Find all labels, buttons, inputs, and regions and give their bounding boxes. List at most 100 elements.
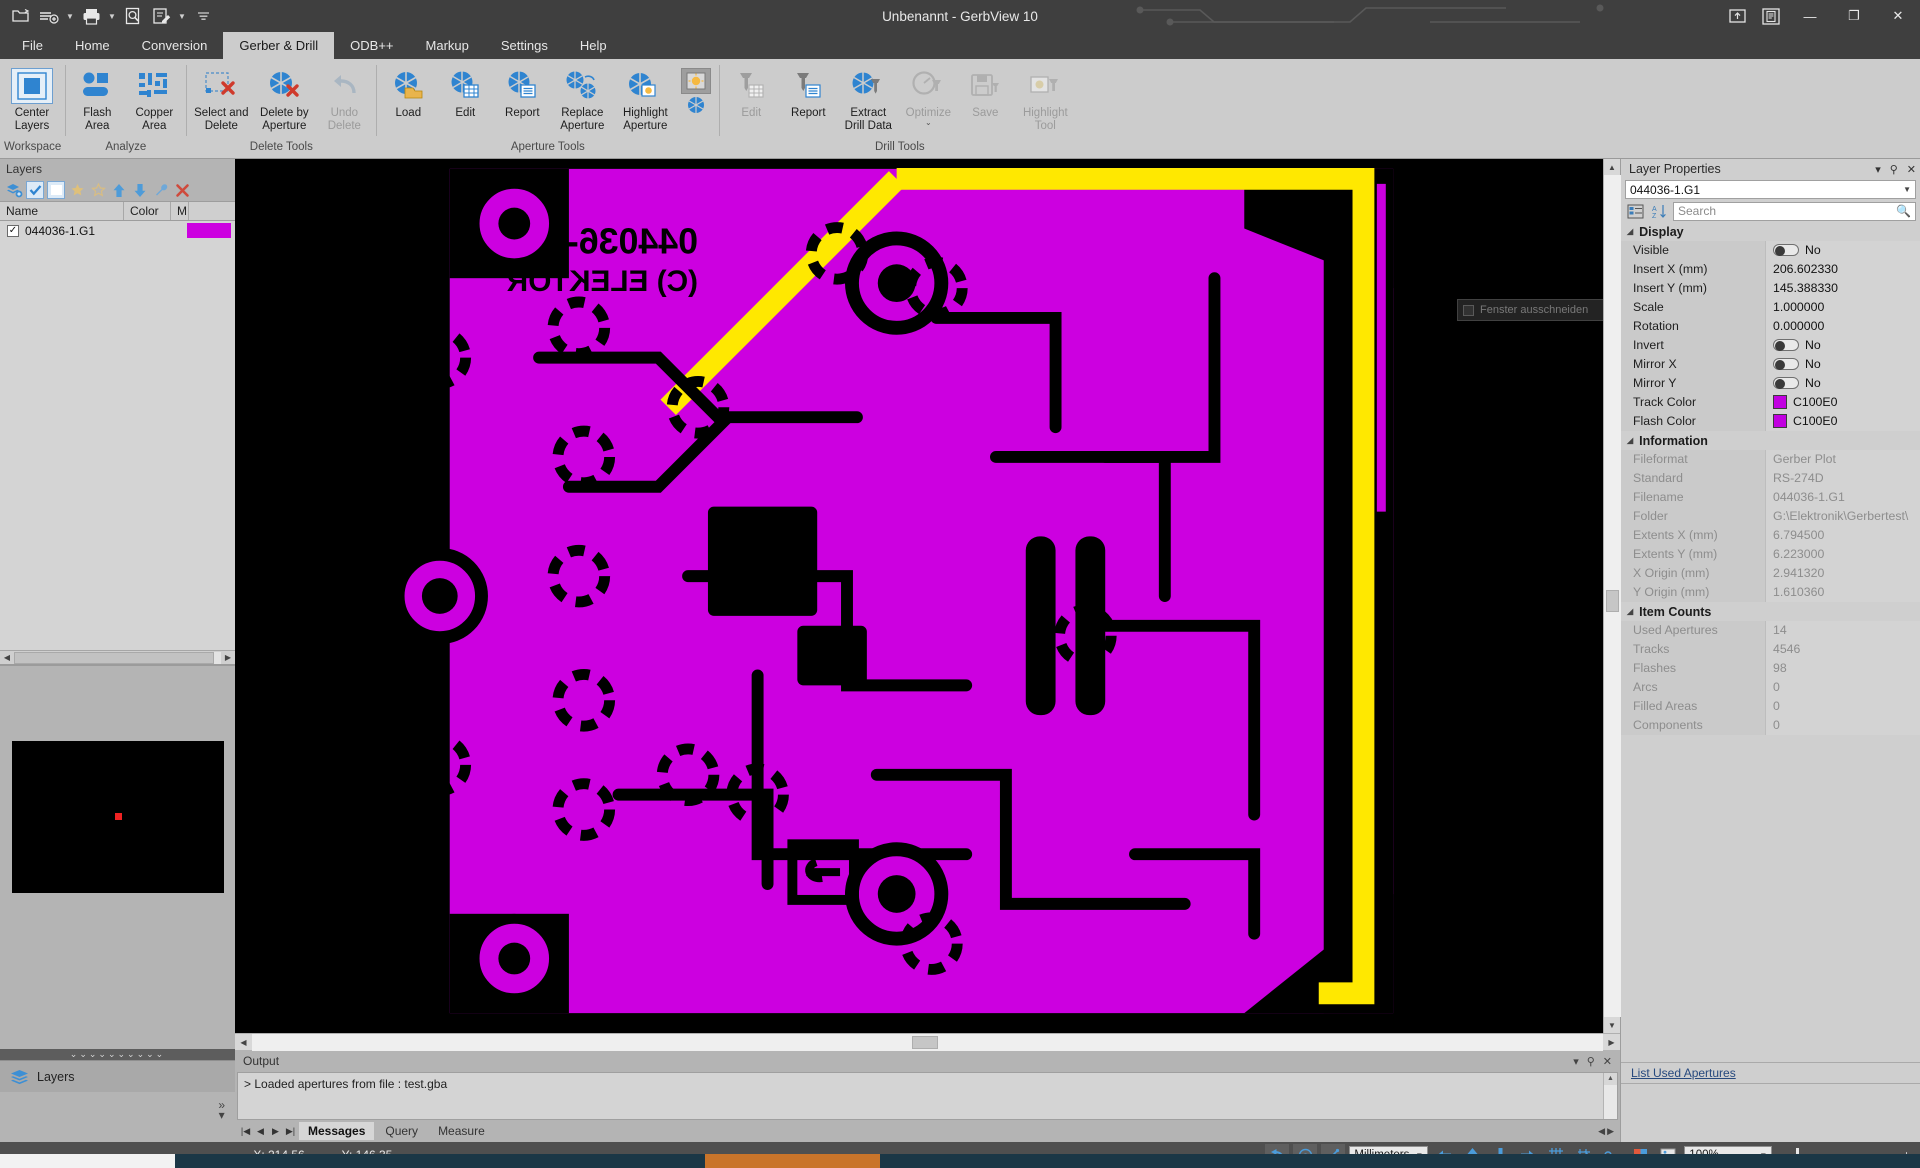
output-tab-scroll[interactable]: ◀ ▶ (1598, 1126, 1620, 1137)
layer-row[interactable]: ✓ 044036-1.G1 (0, 221, 235, 240)
collapse-triangle-icon[interactable]: ◢ (1627, 227, 1633, 236)
track-color-swatch[interactable] (1773, 395, 1787, 409)
output-vscrollbar[interactable]: ▲ (1603, 1073, 1617, 1119)
canvas-hscroll-thumb[interactable] (912, 1035, 938, 1049)
check-all-icon[interactable] (26, 181, 44, 199)
hscroll-track[interactable] (14, 651, 221, 664)
tab-conversion[interactable]: Conversion (126, 32, 224, 59)
aperture-edit-button[interactable]: Edit (437, 64, 493, 134)
move-up-icon[interactable] (110, 181, 128, 199)
prop-insert-x[interactable]: Insert X (mm) 206.602330 (1621, 259, 1920, 279)
vscroll-thumb[interactable] (1605, 590, 1619, 612)
invert-toggle[interactable] (1773, 339, 1799, 351)
hscroll-thumb[interactable] (14, 651, 214, 664)
print-dropdown-icon[interactable]: ▼ (106, 3, 118, 29)
first-icon[interactable]: |◀ (239, 1126, 252, 1137)
output-console[interactable]: > Loaded apertures from file : test.gba … (237, 1072, 1618, 1120)
replace-aperture-button[interactable]: Replace Aperture (551, 64, 613, 134)
close-button[interactable]: ✕ (1876, 0, 1920, 32)
import-dropdown-icon[interactable]: ▼ (64, 3, 76, 29)
select-and-delete-button[interactable]: Select and Delete (190, 64, 252, 134)
properties-wrench-icon[interactable] (152, 181, 170, 199)
taskbar-segment-search[interactable] (0, 1154, 175, 1168)
layer-select-combo[interactable]: 044036-1.G1 ▼ (1625, 180, 1916, 199)
prop-mirror-x-value-cell[interactable]: No (1766, 354, 1920, 374)
last-icon[interactable]: ▶| (284, 1126, 297, 1137)
mirror-y-toggle[interactable] (1773, 377, 1799, 389)
star-outline-icon[interactable] (89, 181, 107, 199)
canvas-hscroll-left-icon[interactable]: ◀ (235, 1033, 252, 1051)
group-header-display[interactable]: ◢ Display (1621, 222, 1920, 241)
sort-alpha-icon[interactable]: AZ (1649, 202, 1669, 221)
copper-area-button[interactable]: Copper Area (126, 64, 182, 134)
layer-preview[interactable] (11, 741, 224, 893)
search-icon[interactable]: 🔍 (1896, 204, 1911, 218)
tab-file[interactable]: File (6, 32, 59, 59)
expand-more-icon[interactable]: » ▾ (218, 1099, 225, 1121)
column-m[interactable]: M (171, 202, 189, 220)
print-preview-icon[interactable] (120, 3, 146, 29)
tab-markup[interactable]: Markup (410, 32, 485, 59)
prop-mirror-x[interactable]: Mirror X No (1621, 354, 1920, 374)
search-input[interactable]: Search 🔍 (1673, 201, 1916, 221)
prop-mirror-y-value-cell[interactable]: No (1766, 373, 1920, 393)
prop-invert-value-cell[interactable]: No (1766, 335, 1920, 355)
prop-visible[interactable]: Visible No (1621, 240, 1920, 260)
prop-mirror-y[interactable]: Mirror Y No (1621, 373, 1920, 393)
export-dropdown-icon[interactable]: ▼ (176, 3, 188, 29)
vscroll-track[interactable] (1603, 175, 1621, 1017)
export-icon[interactable] (148, 3, 174, 29)
taskbar-segment-tray[interactable] (880, 1154, 1920, 1168)
canvas-hscrollbar[interactable]: ◀ ▶ (235, 1033, 1620, 1051)
tab-messages[interactable]: Messages (299, 1122, 375, 1140)
tab-measure[interactable]: Measure (429, 1122, 494, 1140)
collapse-triangle-item-counts-icon[interactable]: ◢ (1627, 607, 1633, 616)
canvas-hscroll-right-icon[interactable]: ▶ (1603, 1033, 1620, 1051)
layers-hscrollbar[interactable]: ◀ ▶ (0, 650, 235, 664)
prop-insert-y[interactable]: Insert Y (mm) 145.388330 (1621, 278, 1920, 298)
extract-drill-data-button[interactable]: Extract Drill Data (837, 64, 899, 134)
output-tab-scroll-left-icon[interactable]: ◀ (1598, 1126, 1605, 1137)
prop-rotation[interactable]: Rotation 0.000000 (1621, 316, 1920, 336)
vscroll-down-icon[interactable]: ▼ (1603, 1017, 1621, 1033)
drill-report-button[interactable]: Report (780, 64, 836, 134)
output-scroll-up-icon[interactable]: ▲ (1604, 1073, 1617, 1085)
list-used-apertures-link[interactable]: List Used Apertures (1621, 1062, 1920, 1084)
uncheck-all-icon[interactable] (47, 181, 65, 199)
tab-home[interactable]: Home (59, 32, 126, 59)
minimize-button[interactable]: — (1788, 0, 1832, 32)
categorized-icon[interactable] (1625, 202, 1645, 221)
import-icon[interactable] (36, 3, 62, 29)
tab-gerber-and-drill[interactable]: Gerber & Drill (223, 32, 335, 59)
canvas-vscrollbar[interactable]: ▲ ▼ (1603, 159, 1621, 1033)
prop-track-color-value-cell[interactable]: C100E0 (1766, 392, 1920, 412)
collapse-triangle-information-icon[interactable]: ◢ (1627, 436, 1633, 445)
center-layers-button[interactable]: Center Layers (4, 64, 60, 134)
move-down-icon[interactable] (131, 181, 149, 199)
print-icon[interactable] (78, 3, 104, 29)
taskbar-segment-active-app[interactable] (705, 1154, 880, 1168)
aperture-report-button[interactable]: Report (494, 64, 550, 134)
dropdown-icon[interactable]: ▾ (1875, 163, 1881, 176)
canvas-hscroll-track[interactable] (252, 1033, 1603, 1051)
highlight-aperture-button[interactable]: Highlight Aperture (614, 64, 676, 134)
star-filled-icon[interactable] (68, 181, 86, 199)
flash-color-swatch[interactable] (1773, 414, 1787, 428)
tab-query[interactable]: Query (376, 1122, 427, 1140)
pcb-canvas[interactable]: 044036-1 (C) ELEKTOR Fenster ausschneide… (235, 159, 1603, 1033)
hscroll-right-icon[interactable]: ▶ (221, 653, 235, 662)
document-view-icon[interactable] (1754, 0, 1788, 32)
prop-insert-x-value[interactable]: 206.602330 (1766, 259, 1920, 279)
flash-area-button[interactable]: Flash Area (69, 64, 125, 134)
chevron-down-icon[interactable]: ▼ (1903, 185, 1911, 194)
hscroll-left-icon[interactable]: ◀ (0, 653, 14, 662)
next-icon[interactable]: ▶ (269, 1126, 282, 1137)
open-icon[interactable] (8, 3, 34, 29)
prop-scale-value[interactable]: 1.000000 (1766, 297, 1920, 317)
taskbar-segment-apps[interactable] (175, 1154, 705, 1168)
prop-visible-value-cell[interactable]: No (1766, 240, 1920, 260)
aperture-load-button[interactable]: Load (380, 64, 436, 134)
output-tab-scroll-right-icon[interactable]: ▶ (1607, 1126, 1614, 1137)
group-header-item-counts[interactable]: ◢ Item Counts (1621, 602, 1920, 621)
prop-track-color[interactable]: Track Color C100E0 (1621, 392, 1920, 412)
